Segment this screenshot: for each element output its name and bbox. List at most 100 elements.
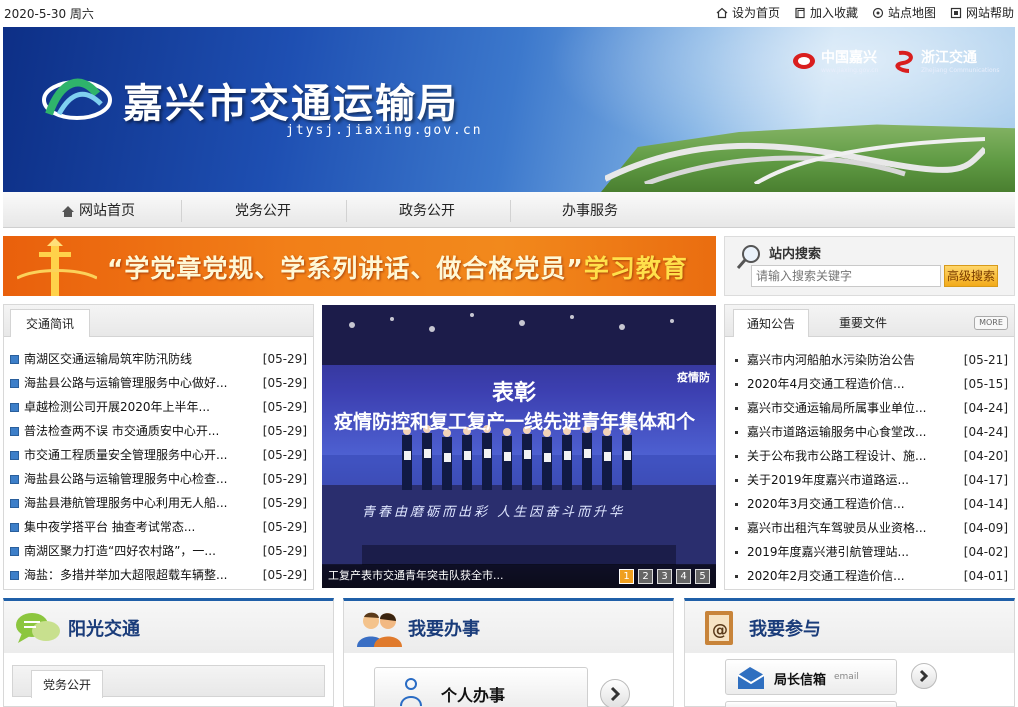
home-icon bbox=[716, 7, 728, 18]
help-link[interactable]: 网站帮助 bbox=[950, 4, 1014, 21]
tab-traffic-news[interactable]: 交通简讯 bbox=[10, 309, 90, 337]
bullet-icon bbox=[10, 355, 19, 364]
slide-page-2[interactable]: 2 bbox=[638, 569, 653, 584]
list-item[interactable]: 集中夜学搭平台 抽查考试常态... [05-29] bbox=[4, 515, 313, 539]
list-item[interactable]: 2020年3月交通工程造价信... [04-14] bbox=[725, 492, 1014, 516]
chevron-right-icon bbox=[919, 669, 929, 683]
section-header: 阳光交通 bbox=[4, 601, 333, 653]
add-bookmark-link[interactable]: 加入收藏 bbox=[794, 4, 858, 21]
notice-title: 2020年4月交通工程造价信... bbox=[747, 377, 905, 391]
list-item[interactable]: 嘉兴市交通运输局所属事业单位... [04-24] bbox=[725, 396, 1014, 420]
director-mailbox-button[interactable]: 局长信箱 email bbox=[725, 659, 897, 695]
notice-tabs: 通知公告 重要文件 MORE bbox=[725, 305, 1014, 337]
slide-caption[interactable]: 工复产表市交通青年突击队获全市... bbox=[328, 567, 504, 583]
list-item[interactable]: 普法检查两不误 市交通质安中心开... [05-29] bbox=[4, 419, 313, 443]
list-item[interactable]: 市交通工程质量安全管理服务中心开... [05-29] bbox=[4, 443, 313, 467]
notice-title: 嘉兴市道路运输服务中心食堂改... bbox=[747, 425, 927, 439]
tab-important-documents[interactable]: 重要文件 bbox=[825, 309, 901, 337]
slide-page-3[interactable]: 3 bbox=[657, 569, 672, 584]
study-campaign-text: “学党章党规、学系列讲话、做合格党员”学习教育 bbox=[107, 249, 688, 285]
sunshine-traffic-section: 阳光交通 党务公开 bbox=[3, 598, 334, 707]
partner-jiaxing-link[interactable]: 中国嘉兴 www.jiaxing.gov.cn bbox=[791, 47, 878, 74]
bullet-icon bbox=[10, 547, 19, 556]
list-item[interactable]: 海盐县港航管理服务中心利用无人船... [05-29] bbox=[4, 491, 313, 515]
help-icon bbox=[950, 7, 962, 18]
list-item[interactable]: 嘉兴市内河船舶水污染防治公告 [05-21] bbox=[725, 348, 1014, 372]
nav-services[interactable]: 办事服务 bbox=[530, 192, 650, 228]
bullet-dot bbox=[735, 479, 738, 482]
bullet-dot bbox=[735, 503, 738, 506]
news-title: 市交通工程质量安全管理服务中心开... bbox=[24, 448, 228, 462]
news-date: [05-29] bbox=[262, 376, 307, 390]
personal-services-button[interactable]: 个人办事 bbox=[374, 667, 588, 707]
nav-party-affairs[interactable]: 党务公开 bbox=[203, 192, 323, 228]
notice-panel: 通知公告 重要文件 MORE 嘉兴市内河船舶水污染防治公告 [05-21] 202… bbox=[724, 304, 1015, 590]
news-title: 海盐县港航管理服务中心利用无人船... bbox=[24, 496, 228, 510]
person-outline-icon bbox=[400, 678, 422, 706]
help-label: 网站帮助 bbox=[965, 6, 1014, 20]
news-date: [05-29] bbox=[262, 400, 307, 414]
tab-notices[interactable]: 通知公告 bbox=[733, 309, 809, 337]
notice-date: [05-21] bbox=[963, 353, 1008, 367]
list-item[interactable]: 嘉兴市道路运输服务中心食堂改... [04-24] bbox=[725, 420, 1014, 444]
slide-heading: 表彰 bbox=[492, 381, 537, 406]
list-item[interactable]: 海盐县公路与运输管理服务中心做好... [05-29] bbox=[4, 371, 313, 395]
list-item[interactable]: 卓越检测公司开展2020年上半年... [05-29] bbox=[4, 395, 313, 419]
search-input[interactable] bbox=[751, 265, 941, 287]
search-title: 站内搜索 bbox=[769, 247, 822, 262]
news-slideshow[interactable]: 表彰 疫情防控和复工复产一线先进青年集体和个 疫情防 青春由磨砺而出彩 人生因奋… bbox=[322, 305, 716, 588]
list-item[interactable]: 2019年度嘉兴港引航管理站... [04-02] bbox=[725, 540, 1014, 564]
news-title: 南湖区聚力打造“四好农村路”，一... bbox=[24, 544, 216, 558]
speech-bubbles-icon bbox=[16, 613, 60, 643]
participation-next-button[interactable] bbox=[725, 701, 897, 707]
news-date: [05-29] bbox=[262, 424, 307, 438]
list-item[interactable]: 海盐县公路与运输管理服务中心检查... [05-29] bbox=[4, 467, 313, 491]
notice-title: 关于公布我市公路工程设计、施... bbox=[747, 449, 927, 463]
bullet-icon bbox=[10, 427, 19, 436]
tab-party-affairs[interactable]: 党务公开 bbox=[31, 670, 103, 698]
advanced-search-button[interactable]: 高级搜索 bbox=[944, 265, 998, 287]
bullet-icon bbox=[10, 403, 19, 412]
banner-highway-illustration bbox=[605, 137, 985, 184]
director-mailbox-arrow-button[interactable] bbox=[911, 663, 937, 689]
news-date: [05-29] bbox=[262, 448, 307, 462]
slide-page-1[interactable]: 1 bbox=[619, 569, 634, 584]
slide-page-4[interactable]: 4 bbox=[676, 569, 691, 584]
personal-services-arrow-button[interactable] bbox=[600, 679, 630, 707]
participation-section: @ 我要参与 局长信箱 email bbox=[684, 598, 1015, 707]
bullet-icon bbox=[10, 523, 19, 532]
home-icon bbox=[62, 205, 74, 217]
more-button[interactable]: MORE bbox=[974, 316, 1008, 330]
slide-page-5[interactable]: 5 bbox=[695, 569, 710, 584]
list-item[interactable]: 关于2019年度嘉兴市道路运... [04-17] bbox=[725, 468, 1014, 492]
news-title: 海盐县公路与运输管理服务中心检查... bbox=[24, 472, 228, 486]
study-campaign-banner[interactable]: “学党章党规、学系列讲话、做合格党员”学习教育 bbox=[3, 236, 716, 296]
nav-government-affairs[interactable]: 政务公开 bbox=[367, 192, 487, 228]
nav-divider bbox=[510, 200, 511, 222]
list-item[interactable]: 2020年4月交通工程造价信... [05-15] bbox=[725, 372, 1014, 396]
list-item[interactable]: 关于公布我市公路工程设计、施... [04-20] bbox=[725, 444, 1014, 468]
bookmark-icon bbox=[795, 7, 805, 18]
slideshow-photo bbox=[322, 305, 716, 565]
nav-home[interactable]: 网站首页 bbox=[43, 192, 153, 228]
top-bar: 2020-5-30 周六 设为首页 加入收藏 站点地图 网站帮助 bbox=[0, 0, 1018, 26]
notice-date: [04-09] bbox=[963, 521, 1008, 535]
list-item[interactable]: 嘉兴市出租汽车驾驶员从业资格... [04-09] bbox=[725, 516, 1014, 540]
director-mailbox-label: 局长信箱 bbox=[774, 673, 827, 688]
partner-zhejiang-link[interactable]: 浙江交通 Zhejiang Communications bbox=[895, 47, 1000, 74]
list-item[interactable]: 2020年2月交通工程造价信... [04-01] bbox=[725, 564, 1014, 588]
sitemap-link[interactable]: 站点地图 bbox=[872, 4, 936, 21]
list-item[interactable]: 海盐：多措并举加大超限超载车辆整... [05-29] bbox=[4, 563, 313, 587]
notice-date: [04-14] bbox=[963, 497, 1008, 511]
services-section: 我要办事 个人办事 bbox=[343, 598, 674, 707]
address-book-icon: @ bbox=[705, 611, 733, 645]
list-item[interactable]: 南湖区聚力打造“四好农村路”，一... [05-29] bbox=[4, 539, 313, 563]
slide-subheading: 疫情防控和复工复产一线先进青年集体和个 bbox=[334, 411, 696, 433]
notice-date: [05-15] bbox=[963, 377, 1008, 391]
notice-title: 嘉兴市交通运输局所属事业单位... bbox=[747, 401, 927, 415]
news-title: 海盐县公路与运输管理服务中心做好... bbox=[24, 376, 228, 390]
list-item[interactable]: 南湖区交通运输局筑牢防汛防线 [05-29] bbox=[4, 347, 313, 371]
set-homepage-link[interactable]: 设为首页 bbox=[716, 4, 780, 21]
bullet-dot bbox=[735, 431, 738, 434]
bullet-dot bbox=[735, 455, 738, 458]
